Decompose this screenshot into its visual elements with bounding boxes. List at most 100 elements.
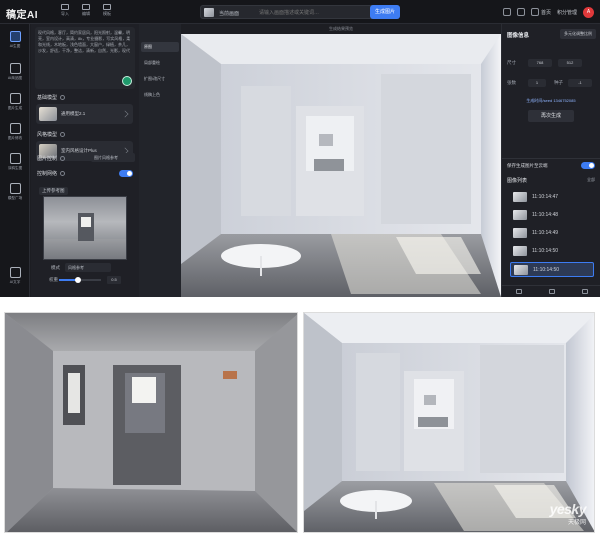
watermark-sub-text: 天极网: [567, 520, 586, 526]
prompt-textarea[interactable]: 现代风格，客厅，简约家居风，阳光照射，温馨，明亮，室内设计，高清，8k，专业摄影…: [35, 27, 135, 89]
info-panel: 图像信息 多元化调整比例 尺寸 768 512 张数 1 种子 -1 生成时间/…: [501, 24, 600, 297]
image-control-title: 图片控制: [37, 156, 58, 162]
tool-strip: 原图 局部重绘 扩图/改尺寸 线稿上色: [139, 24, 181, 297]
avatar[interactable]: A: [583, 6, 594, 18]
history-time: 11:10:14:50: [532, 248, 559, 254]
history-thumbnail: [513, 246, 527, 256]
style-model-section: 风格模型: [37, 131, 66, 138]
weight-value[interactable]: 0.5: [107, 276, 121, 284]
history-filter[interactable]: 全部: [587, 177, 595, 183]
seed-input[interactable]: -1: [568, 79, 592, 87]
chevron-right-icon: [121, 110, 129, 118]
download-icon[interactable]: [515, 289, 522, 294]
divider: [502, 158, 600, 159]
template-icon: [103, 4, 111, 10]
before-photo: [4, 312, 298, 533]
canvas-caption: 生成结果预览: [181, 24, 501, 34]
assistant-icon[interactable]: [122, 76, 132, 86]
home-icon: [530, 8, 539, 16]
picture-icon: [9, 93, 21, 104]
auto-save-label: 保存生成图片至云端: [507, 163, 548, 168]
help-icon[interactable]: [60, 95, 66, 100]
top-tool-template[interactable]: 模板: [98, 4, 116, 20]
nav-item-label: 模型广场: [7, 196, 23, 200]
current-image-thumbnail[interactable]: [204, 8, 214, 17]
history-thumbnail: [514, 265, 528, 275]
generate-button[interactable]: 生成图片: [370, 5, 400, 19]
nav-item-ai-image[interactable]: AI生图: [3, 28, 27, 54]
history-item[interactable]: 11:10:14:49: [510, 226, 594, 241]
nav-item-label: AI文字: [9, 280, 21, 284]
top-tool-label: 导入: [61, 11, 69, 16]
copy-icon[interactable]: [548, 289, 555, 294]
style-model-title: 风格模型: [37, 132, 58, 138]
history-item[interactable]: 11:10:14:48: [510, 208, 594, 223]
weight-slider[interactable]: [59, 277, 101, 283]
image-gen-icon: [9, 31, 21, 42]
delete-icon[interactable]: [581, 289, 588, 294]
regenerate-button[interactable]: 再次生成: [528, 110, 574, 122]
nav-item-product[interactable]: AI商品图: [3, 60, 27, 86]
tool-colorize[interactable]: 线稿上色: [141, 90, 179, 100]
help-icon[interactable]: [516, 8, 525, 16]
mode-select[interactable]: 风格参考: [65, 263, 111, 272]
base-model-selector[interactable]: 通用模型2.1: [36, 104, 133, 124]
top-tool-import[interactable]: 导入: [56, 4, 74, 20]
current-image-label: 当前画面: [219, 11, 240, 17]
model-icon: [9, 183, 21, 194]
tool-outpaint[interactable]: 扩图/改尺寸: [141, 74, 179, 84]
tool-inpaint[interactable]: 局部重绘: [141, 58, 179, 68]
nav-item-label: 图片生成: [7, 106, 23, 110]
settings-panel: 现代风格，客厅，简约家居风，阳光照射，温馨，明亮，室内设计，高清，8k，专业摄影…: [31, 24, 139, 297]
weight-slider-handle[interactable]: [74, 277, 81, 283]
home-link[interactable]: 首页: [530, 8, 551, 16]
reference-image[interactable]: [43, 196, 127, 260]
top-tool-label: 模板: [103, 11, 111, 16]
model-thumbnail: [39, 107, 57, 121]
rendered-room-image: [304, 313, 594, 532]
mode-label: 模式: [51, 265, 60, 270]
nav-item-sketch[interactable]: 涂鸦生图: [3, 150, 27, 176]
history-item[interactable]: 11:10:14:47: [510, 190, 594, 205]
nav-item-edit[interactable]: 图片修改: [3, 120, 27, 146]
height-input[interactable]: 512: [558, 59, 582, 67]
history-thumbnail: [513, 210, 527, 220]
app-window: 稿定AI 导入 编辑 模板 当前画面 生成图片: [0, 0, 600, 297]
history-item[interactable]: 11:10:14:50: [510, 244, 594, 259]
count-input[interactable]: 1: [528, 79, 546, 87]
image-control-select[interactable]: 图片风格参考: [91, 153, 135, 162]
history-item-selected[interactable]: 11:10:14:50: [510, 262, 594, 277]
help-icon[interactable]: [60, 156, 66, 161]
tool-original[interactable]: 原图: [141, 42, 179, 52]
width-input[interactable]: 768: [528, 59, 552, 67]
control-net-section: 控制网络: [37, 170, 66, 177]
prompt-input[interactable]: [259, 9, 359, 17]
nav-item-ai-text[interactable]: AI文字: [3, 264, 27, 290]
app-logo: 稿定AI: [6, 10, 38, 21]
floor-shape: [44, 239, 126, 259]
base-model-title: 基础模型: [37, 95, 58, 101]
control-net-toggle[interactable]: [119, 170, 133, 177]
nav-item-label: AI生图: [9, 44, 21, 48]
top-bar: 稿定AI 导入 编辑 模板 当前画面 生成图片: [0, 0, 600, 24]
upload-reference-button[interactable]: 上传参考图: [39, 187, 68, 195]
edit-icon: [9, 123, 21, 134]
history-time: 11:10:14:49: [532, 230, 559, 236]
auto-save-toggle[interactable]: [581, 162, 595, 169]
weight-label: 权重: [49, 277, 58, 282]
history-thumbnail: [513, 192, 527, 202]
help-icon[interactable]: [60, 132, 66, 137]
help-icon[interactable]: [60, 171, 66, 176]
info-panel-toolbar: [502, 285, 600, 297]
ratio-adjust-button[interactable]: 多元化调整比例: [560, 29, 596, 39]
nav-item-models[interactable]: 模型广场: [3, 180, 27, 206]
nav-item-picture[interactable]: 图片生成: [3, 90, 27, 116]
image-control-section: 图片控制: [37, 155, 66, 162]
generated-image[interactable]: [181, 34, 501, 297]
credits-link[interactable]: 积分管理: [557, 9, 577, 16]
bell-icon[interactable]: [502, 8, 511, 16]
info-title: 图像信息: [507, 33, 530, 39]
base-model-section: 基础模型: [37, 94, 66, 101]
window-shape: [81, 217, 91, 227]
top-tool-edit[interactable]: 编辑: [77, 4, 95, 20]
